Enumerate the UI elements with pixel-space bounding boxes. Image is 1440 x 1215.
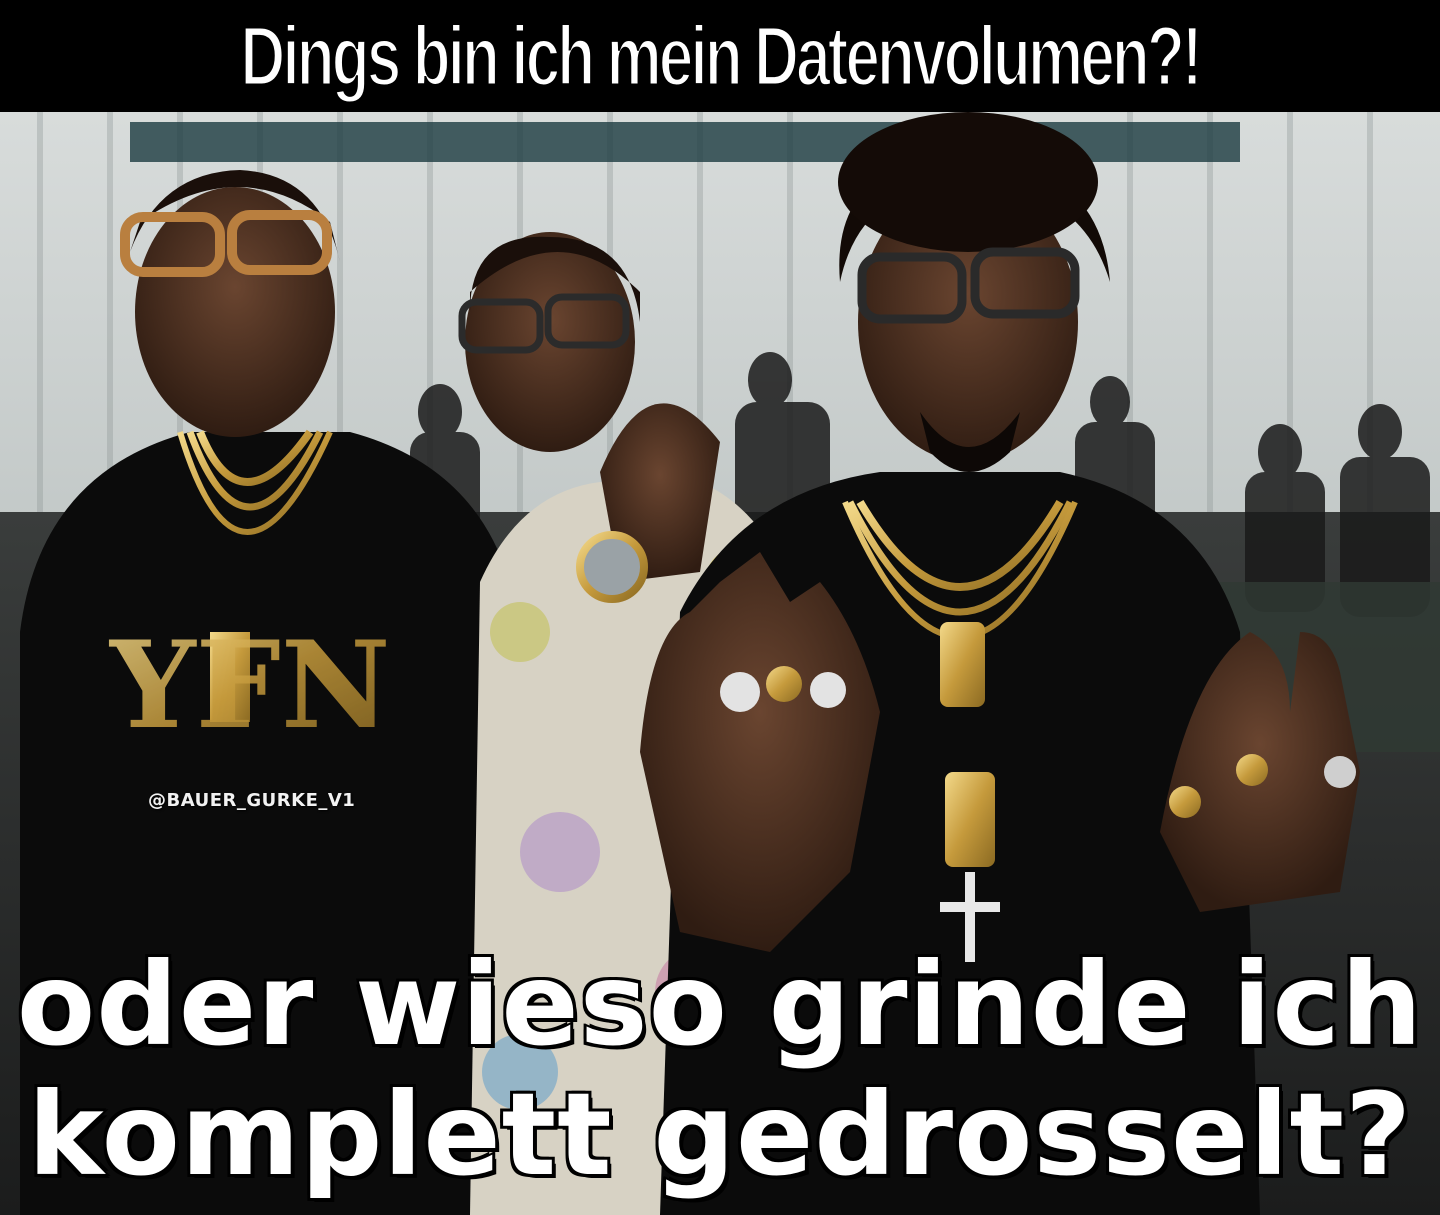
top-caption: Dings bin ich mein Datenvolumen?!	[239, 7, 1203, 104]
bottom-caption-line-1: oder wieso grinde ich	[15, 938, 1424, 1071]
watermark: @BAUER_GURKE_V1	[148, 790, 356, 811]
shirt-print: YFN	[108, 615, 391, 756]
bottom-caption-line-2: komplett gedrosselt?	[26, 1068, 1413, 1201]
meme-image: Dings bin ich mein Datenvolumen?! YFN @B…	[0, 0, 1440, 1215]
